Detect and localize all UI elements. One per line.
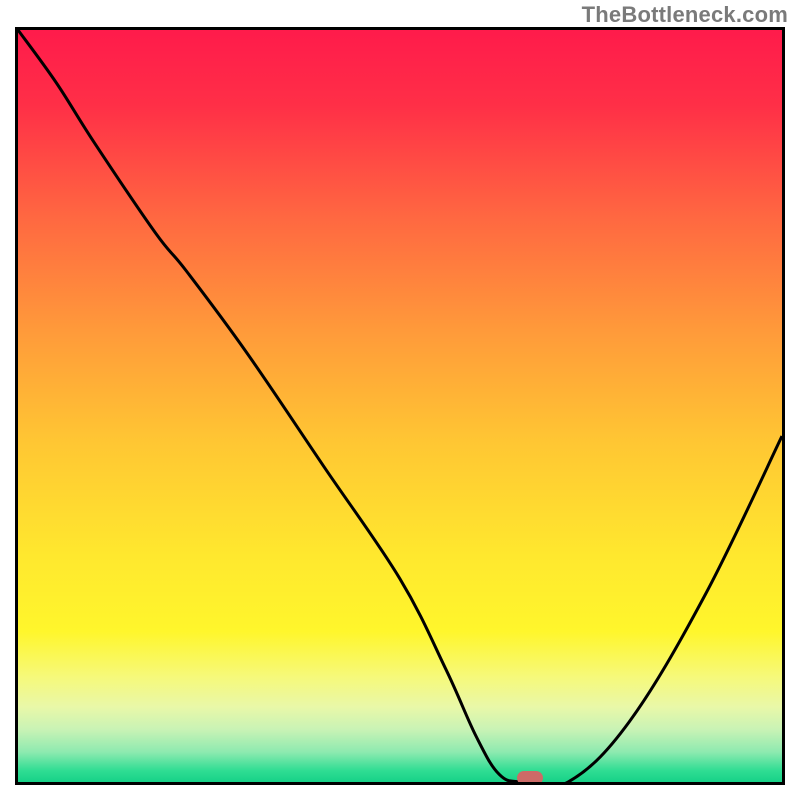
curve-path [18, 30, 782, 782]
bottleneck-curve [18, 30, 782, 782]
optimal-marker [517, 771, 543, 785]
chart-container: TheBottleneck.com [0, 0, 800, 800]
attribution-text: TheBottleneck.com [582, 2, 788, 28]
plot-frame [15, 27, 785, 785]
